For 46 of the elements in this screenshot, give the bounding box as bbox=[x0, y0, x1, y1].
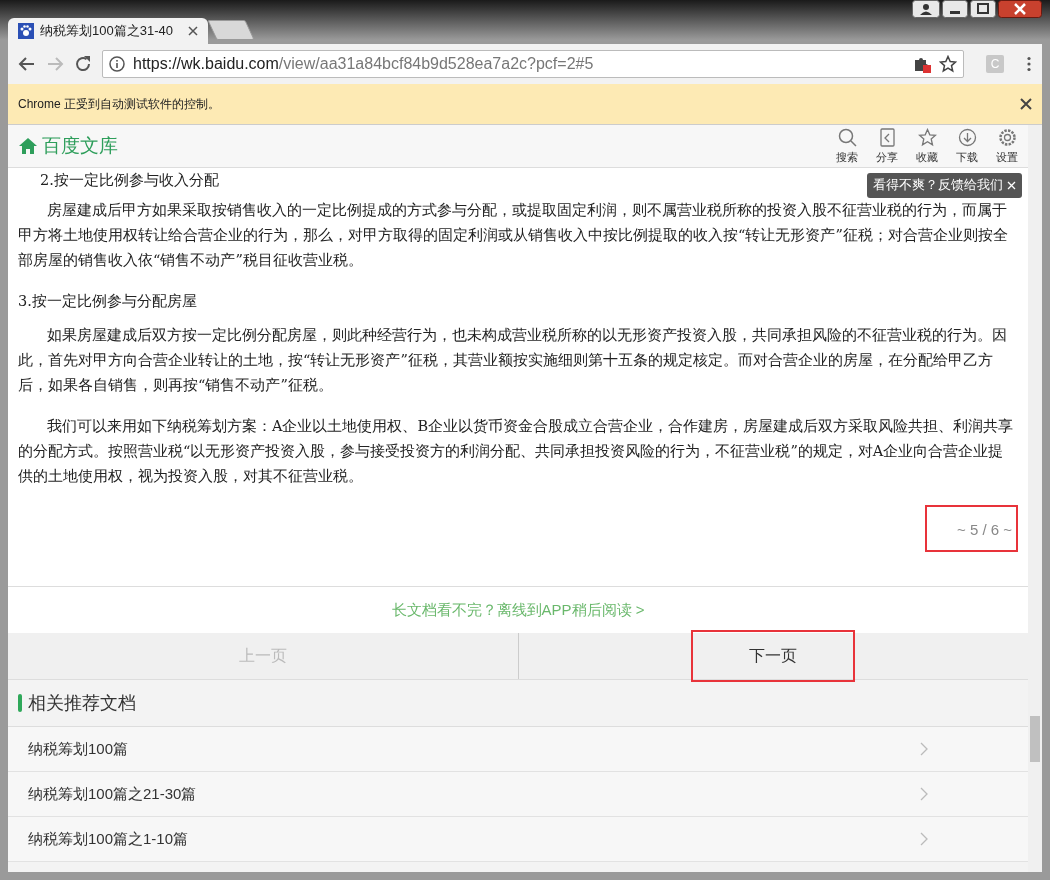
puzzle-icon[interactable] bbox=[913, 55, 931, 73]
page-number: ~ 5 / 6 ~ bbox=[924, 505, 1018, 552]
section-heading: 2.按一定比例参与收入分配 bbox=[40, 171, 219, 190]
new-tab-button[interactable] bbox=[207, 20, 255, 40]
accent-bar bbox=[18, 694, 22, 712]
reload-icon[interactable] bbox=[74, 55, 92, 73]
share-icon bbox=[877, 127, 897, 147]
paw-icon bbox=[18, 23, 34, 39]
next-page-button[interactable]: 下一页 bbox=[691, 630, 856, 682]
user-icon[interactable] bbox=[912, 0, 940, 18]
toolbar-button[interactable]: 分享 bbox=[870, 127, 904, 165]
chevron-icon bbox=[920, 742, 928, 756]
star-icon bbox=[917, 127, 937, 147]
menu-icon[interactable] bbox=[1026, 56, 1032, 72]
section-title: 相关推荐文档 bbox=[28, 692, 136, 715]
toolbar-button[interactable]: 下载 bbox=[950, 127, 984, 165]
paragraph: 如果房屋建成后双方按一定比例分配房屋，则此种经营行为，也未构成营业税所称的以无形资产投资入股，共同承担风险的不征营业税的行为。因此，首先对甲方向合营企业转让的土地，按“转让无形资产”征税，其营业额按实施细则第十五条的规定核定。而对合营企业的房屋，在分配给甲乙方后，如果各自销售，则再按“销售不动产”征税。 bbox=[18, 326, 1008, 395]
settings-icon bbox=[997, 127, 1017, 147]
chevron-icon bbox=[920, 787, 928, 801]
maximize-icon[interactable] bbox=[970, 0, 996, 18]
document-list-item[interactable]: 纳税筹划100篇之21-30篇 bbox=[8, 772, 1028, 817]
house-icon bbox=[18, 137, 38, 155]
search-icon bbox=[837, 127, 857, 147]
infobar-message: Chrome 正受到自动测试软件的控制。 bbox=[18, 95, 220, 113]
browser-tab[interactable]: 纳税筹划100篇之31-40 bbox=[8, 18, 208, 44]
paragraph: 房屋建成后甲方如果采取按销售收入的一定比例提成的方式参与分配，或提取固定利润，则不属营业税所称的投资入股不征营业税的行为，而属于甲方将土地使用权转让给合营企业的行为，那么，对甲方取得的固定利润或从销售收入中按比例提取的收入按“转让无形资产”征税；对合营企业则按全部房屋的销售收入依“销售不动产”税目征收营业税。 bbox=[18, 201, 1009, 270]
star-icon[interactable] bbox=[939, 55, 957, 73]
back-icon[interactable] bbox=[18, 56, 36, 72]
scrollbar[interactable] bbox=[1028, 125, 1042, 872]
document-list-item[interactable]: 纳税筹划100篇之1-10篇 bbox=[8, 817, 1028, 862]
feedback-tooltip[interactable]: 看得不爽？反馈给我们 bbox=[867, 173, 1022, 198]
document-list-item[interactable]: 纳税筹划100篇 bbox=[8, 727, 1028, 772]
toolbar-button[interactable]: 搜索 bbox=[830, 127, 864, 165]
toolbar-button[interactable]: 收藏 bbox=[910, 127, 944, 165]
download-icon bbox=[957, 127, 977, 147]
close-icon[interactable] bbox=[188, 26, 198, 36]
info-icon bbox=[109, 56, 125, 72]
url-text: https://wk.baidu.com/view/aa31a84bcf84b9d528ea7a2c?pcf=2#5 bbox=[133, 55, 594, 73]
close-icon[interactable] bbox=[1020, 98, 1032, 110]
chevron-icon bbox=[920, 832, 928, 846]
minimize-icon[interactable] bbox=[942, 0, 968, 18]
address-field[interactable]: https://wk.baidu.com/view/aa31a84bcf84b9d528ea7a2c?pcf=2#5 bbox=[102, 50, 964, 78]
toolbar-button[interactable]: 设置 bbox=[990, 127, 1024, 165]
section-heading: 3.按一定比例参与分配房屋 bbox=[18, 292, 197, 311]
paragraph: 我们可以来用如下纳税筹划方案：A企业以土地使用权、B企业以货币资金合股成立合营企业，合作建房，房屋建成后双方采取风险共担、利润共享的分配方式。按照营业税“以无形资产投资入股，参与接受投资方的利润分配、共同承担投资风险的行为，不征营业税”的规定，对A企业向合营企业提供的土地使用权，视为投资入股，对其不征营业税。 bbox=[18, 417, 1015, 486]
close-icon[interactable] bbox=[998, 0, 1042, 18]
